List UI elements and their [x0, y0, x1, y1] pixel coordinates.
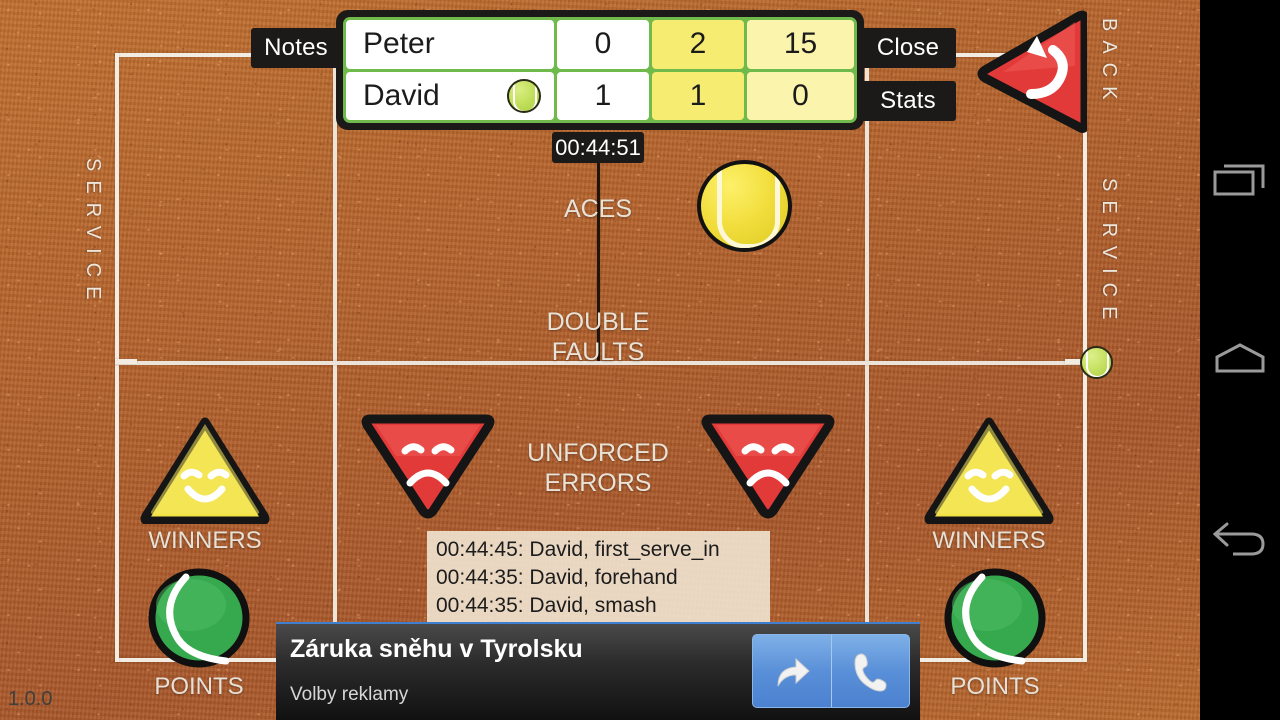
points-button-left[interactable]: POINTS — [146, 567, 252, 701]
event-log[interactable]: 00:44:45: David, first_serve_in 00:44:35… — [427, 531, 770, 622]
double-faults-label[interactable]: DOUBLE FAULTS — [498, 307, 698, 367]
scoreboard-row-player2: David 1 1 0 — [346, 71, 854, 120]
serving-indicator-ball-icon — [507, 78, 541, 113]
ad-action-buttons — [752, 634, 910, 708]
log-entry: 00:44:45: David, first_serve_in — [436, 538, 720, 561]
version-label: 1.0.0 — [8, 688, 53, 710]
court-line-singles-left — [333, 53, 337, 662]
left-service-label: SERVICE — [80, 158, 106, 308]
points-label-left: POINTS — [154, 673, 244, 700]
court-line-sideline-left — [115, 53, 119, 662]
player1-name: Peter — [363, 27, 435, 61]
green-ball-icon — [944, 568, 1046, 668]
left-service-label-text: SERVICE — [82, 158, 104, 309]
yellow-smile-triangle-icon — [924, 417, 1054, 524]
nav-home-button[interactable] — [1211, 337, 1269, 381]
log-entry: 00:44:35: David, forehand — [436, 566, 678, 589]
unforced-errors-button-left[interactable] — [360, 411, 496, 519]
points-label-right: POINTS — [950, 673, 1040, 700]
player2-games[interactable]: 1 — [652, 71, 744, 120]
player1-games[interactable]: 2 — [652, 20, 744, 69]
notes-button[interactable]: Notes — [251, 28, 341, 68]
yellow-tennis-ball-icon[interactable] — [697, 160, 792, 252]
red-sad-triangle-icon — [361, 414, 495, 519]
court-line-singles-right — [865, 53, 869, 662]
recents-icon — [1213, 164, 1265, 196]
app-root: SERVICE BACK SERVICE ACES DOUBLE FAULTS … — [0, 0, 1280, 720]
ad-text-column: Záruka sněhu v Tyrolsku Volby reklamy — [290, 632, 752, 712]
right-back-label-text: BACK — [1098, 18, 1120, 109]
ad-subtitle[interactable]: Volby reklamy — [290, 684, 752, 706]
ad-call-button[interactable] — [830, 635, 910, 707]
small-yellow-tennis-ball-icon[interactable] — [1080, 346, 1113, 379]
player2-points[interactable]: 0 — [747, 71, 854, 120]
court-center-mark-left — [115, 359, 137, 364]
player1-points[interactable]: 15 — [747, 20, 854, 69]
home-icon — [1215, 343, 1265, 373]
player2-name: David — [363, 78, 440, 112]
green-ball-icon — [148, 568, 250, 668]
winners-label-right: WINNERS — [932, 527, 1046, 554]
undo-button[interactable] — [975, 8, 1087, 136]
ad-share-button[interactable] — [753, 635, 831, 707]
ad-banner[interactable]: Záruka sněhu v Tyrolsku Volby reklamy — [276, 622, 920, 720]
close-button[interactable]: Close — [860, 28, 956, 68]
right-back-label: BACK — [1096, 18, 1122, 108]
unforced-errors-label[interactable]: UNFORCED ERRORS — [498, 438, 698, 498]
match-timer: 00:44:51 — [552, 132, 644, 163]
scoreboard: Peter 0 2 15 David 1 1 0 — [336, 10, 864, 130]
aces-label[interactable]: ACES — [498, 194, 698, 224]
yellow-smile-triangle-icon — [140, 417, 270, 524]
nav-back-button[interactable] — [1211, 516, 1269, 562]
scoreboard-grid: Peter 0 2 15 David 1 1 0 — [343, 17, 857, 123]
undo-triangle-icon — [977, 10, 1087, 133]
log-entry: 00:44:35: David, smash — [436, 594, 657, 617]
stats-button[interactable]: Stats — [860, 81, 956, 121]
winners-label-left: WINNERS — [148, 527, 262, 554]
winners-button-right[interactable]: WINNERS — [924, 416, 1054, 555]
player2-name-cell[interactable]: David — [346, 71, 554, 120]
right-service-label-text: SERVICE — [1098, 178, 1120, 329]
scoreboard-row-player1: Peter 0 2 15 — [346, 20, 854, 69]
share-arrow-icon — [777, 657, 810, 687]
android-navigation-bar — [1200, 0, 1280, 720]
nav-recents-button[interactable] — [1211, 158, 1269, 202]
right-service-label: SERVICE — [1096, 178, 1122, 328]
phone-icon — [854, 653, 887, 692]
unforced-errors-button-right[interactable] — [700, 411, 836, 519]
winners-button-left[interactable]: WINNERS — [140, 416, 270, 555]
points-button-right[interactable]: POINTS — [942, 567, 1048, 701]
player1-sets[interactable]: 0 — [557, 20, 649, 69]
player1-name-cell[interactable]: Peter — [346, 20, 554, 69]
red-sad-triangle-icon — [701, 414, 835, 519]
player2-sets[interactable]: 1 — [557, 71, 649, 120]
back-icon — [1212, 522, 1265, 556]
ad-title[interactable]: Záruka sněhu v Tyrolsku — [290, 635, 752, 664]
